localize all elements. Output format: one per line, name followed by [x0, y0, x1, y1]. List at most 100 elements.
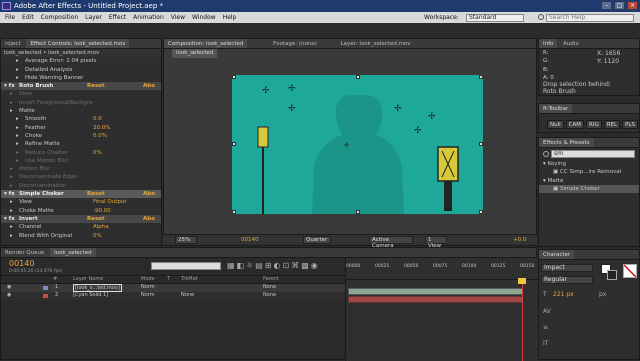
menu-edit[interactable]: Edit: [22, 12, 34, 23]
effect-row[interactable]: ▸ Refine Matte: [1, 140, 161, 148]
twirl-icon[interactable]: ▸: [10, 165, 13, 173]
twirl-icon[interactable]: ▸: [16, 74, 19, 82]
layer-name[interactable]: [Cyan Solid 1]: [73, 292, 108, 300]
transform-handle[interactable]: [232, 210, 236, 214]
twirl-icon[interactable]: ▸: [16, 149, 19, 157]
menu-effect[interactable]: Effect: [109, 12, 126, 23]
search-help-input[interactable]: Search Help: [546, 13, 634, 22]
twirl-icon[interactable]: ▾ fx: [4, 190, 15, 198]
transform-handle[interactable]: [356, 75, 360, 79]
effect-row-value[interactable]: 0.0: [93, 115, 102, 123]
effect-row[interactable]: ▸ Blend With Original 0%: [1, 232, 161, 240]
no-color-swatch[interactable]: [623, 264, 637, 278]
effect-row[interactable]: ▸ Smooth 0.0: [1, 115, 161, 123]
tab-info[interactable]: Info: [539, 39, 558, 48]
minimize-button[interactable]: –: [601, 1, 612, 10]
layer-bar-1[interactable]: [348, 288, 523, 295]
toolbar-button-null[interactable]: Null: [547, 120, 564, 129]
twirl-icon[interactable]: ▾ fx: [4, 215, 15, 223]
composition-viewer[interactable]: ✢ ✢ ✢ ✢ ✢ ✢ ✣: [232, 75, 483, 214]
tab-project[interactable]: roject: [1, 39, 25, 48]
layer-bar-2[interactable]: [348, 296, 523, 303]
transform-handle[interactable]: [232, 142, 236, 146]
layer-mode[interactable]: Norm: [141, 284, 155, 292]
font-dropdown[interactable]: Impact: [541, 264, 593, 272]
twirl-icon[interactable]: ▸: [16, 140, 19, 148]
effect-row[interactable]: ▸ Invert Foreground/Backgro: [1, 99, 161, 107]
tab-audio[interactable]: Audio: [559, 39, 583, 48]
timeline-track-area[interactable]: 00000 00025 00050 00075 00100 00125 00150: [345, 258, 539, 361]
effect-row[interactable]: ▸ Choke 0.0%: [1, 132, 161, 140]
layer-mode[interactable]: Norm: [141, 292, 155, 300]
timeline-column-header[interactable]: Mode: [141, 276, 155, 284]
menu-animation[interactable]: Animation: [133, 12, 164, 23]
effect-row[interactable]: ▸ Average Error: 2.04 pixels: [1, 57, 161, 65]
about-link[interactable]: Abo: [143, 190, 155, 198]
timeline-timecode[interactable]: 00140: [9, 259, 34, 268]
twirl-icon[interactable]: ▸: [16, 157, 19, 165]
effect-row[interactable]: ▸ Choke Matte -90.00: [1, 207, 161, 215]
twirl-icon[interactable]: ▸: [10, 107, 13, 115]
exposure-value[interactable]: +0.0: [513, 235, 526, 245]
menu-view[interactable]: View: [171, 12, 185, 23]
transform-handle[interactable]: [479, 210, 483, 214]
layer-name[interactable]: [look_s...ted.mov]: [73, 283, 122, 292]
resolution-dropdown[interactable]: Quarter: [303, 236, 331, 244]
timeline-column-header[interactable]: Layer Name: [73, 276, 103, 284]
menu-layer[interactable]: Layer: [85, 12, 102, 23]
effect-row[interactable]: ▾ fx Simple Choker Reset Abo: [1, 190, 161, 199]
effect-row-value[interactable]: Alpha: [93, 223, 109, 231]
twirl-icon[interactable]: ▸: [16, 66, 19, 74]
layer-num[interactable]: 1: [55, 284, 58, 292]
tab-layer[interactable]: Layer: look_selected.mov: [337, 39, 415, 48]
twirl-icon[interactable]: ▸: [10, 232, 13, 240]
effect-row[interactable]: ▸ Motion Blur: [1, 165, 161, 173]
effect-row[interactable]: ▸ Decontaminate Edge: [1, 173, 161, 181]
twirl-icon[interactable]: ▸: [10, 207, 13, 215]
menu-window[interactable]: Window: [192, 12, 216, 23]
tab-footage[interactable]: Footage: (none): [269, 39, 321, 48]
twirl-icon[interactable]: ▸: [10, 182, 13, 190]
layer-color-label[interactable]: [43, 285, 48, 290]
camera-dropdown[interactable]: Active Camera: [369, 236, 413, 249]
close-button[interactable]: ×: [627, 1, 638, 10]
effect-row[interactable]: ▸ Use Motion Blur: [1, 157, 161, 165]
tab-timeline-comp[interactable]: look_selected: [50, 248, 96, 257]
toolbar-button-cam[interactable]: CAM: [565, 120, 585, 129]
effect-row[interactable]: ▸ Channel Alpha: [1, 223, 161, 231]
twirl-icon[interactable]: ▸: [10, 173, 13, 181]
effect-row[interactable]: ▸ Feather 20.0%: [1, 124, 161, 132]
views-dropdown[interactable]: 1 View: [425, 236, 447, 249]
toolbar-button-rel[interactable]: REL: [603, 120, 621, 129]
layer-num[interactable]: 2: [55, 292, 58, 300]
effect-row[interactable]: ▾ fx Roto Brush Reset Abo: [1, 82, 161, 91]
effect-row-value[interactable]: -90.00: [93, 207, 111, 215]
effect-row[interactable]: ▸ View: [1, 90, 161, 98]
reset-link[interactable]: Reset: [87, 215, 105, 223]
visibility-eye-icon[interactable]: ◉: [7, 284, 11, 292]
layer-parent[interactable]: None: [263, 284, 276, 292]
timeline-column-header[interactable]: Parent: [263, 276, 279, 284]
effect-row[interactable]: ▸ View Final Output: [1, 198, 161, 206]
playhead-handle[interactable]: [518, 278, 526, 284]
twirl-icon[interactable]: ▸: [10, 99, 13, 107]
transform-handle[interactable]: [232, 75, 236, 79]
effect-row[interactable]: ▸ Reduce Chatter 0%: [1, 149, 161, 157]
toolbar-button-rig[interactable]: RIG: [586, 120, 602, 129]
font-style-dropdown[interactable]: Regular: [541, 276, 593, 284]
effects-preset-item[interactable]: ▣ Simple Choker: [539, 184, 639, 194]
timeline-column-header[interactable]: TrkMat: [181, 276, 198, 284]
effects-preset-item[interactable]: ▾ Keying: [539, 160, 639, 168]
effect-row-value[interactable]: 0.0%: [93, 132, 107, 140]
effects-preset-item[interactable]: ▣ CC Simp...ire Removal: [539, 168, 639, 176]
menu-composition[interactable]: Composition: [41, 12, 78, 23]
workspace-dropdown[interactable]: Standard: [466, 13, 524, 22]
effect-row-value[interactable]: 0%: [93, 149, 102, 157]
about-link[interactable]: Abo: [143, 215, 155, 223]
effect-row-value[interactable]: 20.0%: [93, 124, 110, 132]
transform-handle[interactable]: [356, 210, 360, 214]
font-size-value[interactable]: 221 px: [553, 291, 574, 298]
layer-trkmat[interactable]: None: [181, 292, 194, 300]
effect-row-value[interactable]: Final Output: [93, 198, 127, 206]
effect-row[interactable]: ▸ Detailed Analysis: [1, 66, 161, 74]
